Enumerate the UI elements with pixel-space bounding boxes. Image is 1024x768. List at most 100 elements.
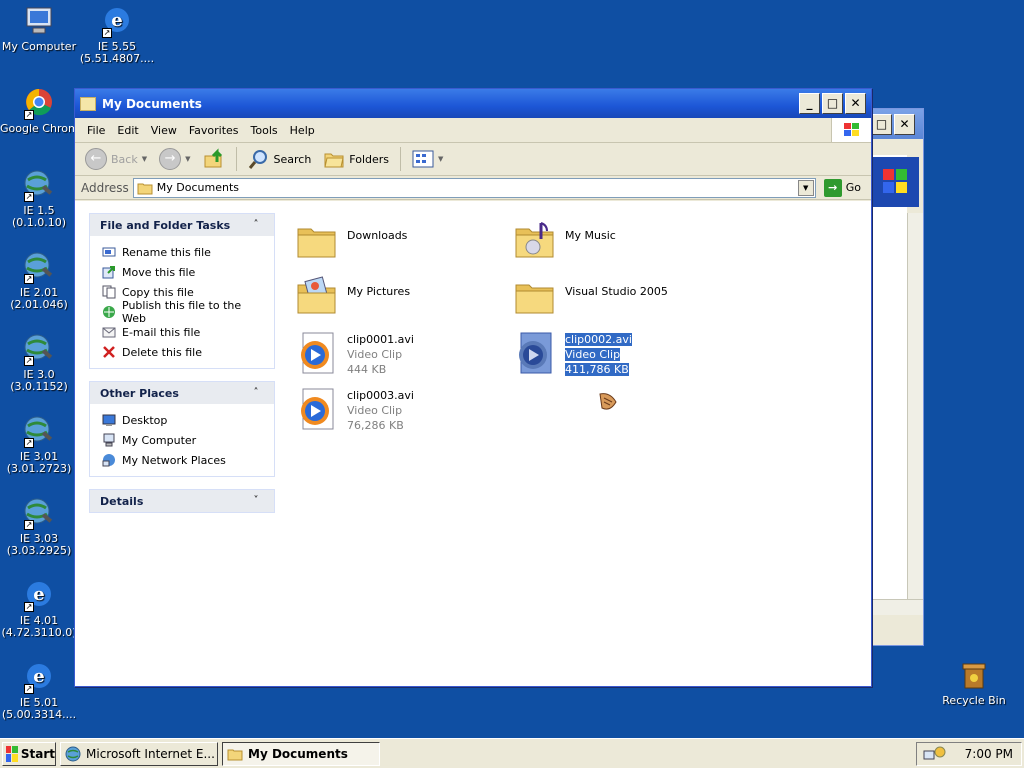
chrome-icon: ↗ xyxy=(22,86,56,120)
expand-chevron-icon[interactable]: ˅ xyxy=(248,493,264,509)
system-tray: 7:00 PM xyxy=(916,741,1022,766)
desktop-icon-chrome[interactable]: ↗ Google Chrome xyxy=(0,86,78,135)
back-label: Back xyxy=(111,152,138,166)
background-window-titlebar[interactable]: □ ✕ xyxy=(867,109,923,139)
desktop-icon-ie-15[interactable]: ↗ IE 1.5 (0.1.0.10) xyxy=(0,168,78,229)
task-pane: File and Folder Tasks ˄ Rename this file… xyxy=(89,213,275,525)
move-file-link[interactable]: Move this file xyxy=(102,262,264,282)
details-header[interactable]: Details ˅ xyxy=(90,490,274,512)
shortcut-arrow-icon: ↗ xyxy=(102,28,112,38)
other-places-panel: Other Places ˄ Desktop My Computer My Ne… xyxy=(89,381,275,477)
folders-label: Folders xyxy=(349,152,390,166)
file-info: clip0003.avi Video Clip 76,286 KB xyxy=(347,387,414,432)
chevron-down-icon: ▼ xyxy=(438,155,444,163)
background-window[interactable]: □ ✕ xyxy=(866,108,924,646)
panel-title: Other Places xyxy=(100,386,179,400)
collapse-chevron-icon[interactable]: ˄ xyxy=(248,385,264,401)
link-label: Publish this file to the Web xyxy=(122,299,242,325)
address-value: My Documents xyxy=(156,181,240,194)
windows-logo-icon xyxy=(831,118,871,142)
my-computer-link[interactable]: My Computer xyxy=(102,430,264,450)
desktop-icon-ie-30[interactable]: ↗ IE 3.0 (3.0.1152) xyxy=(0,332,78,393)
close-button[interactable]: ✕ xyxy=(845,93,866,114)
folders-icon xyxy=(324,153,344,168)
taskbar-button-internet-explorer[interactable]: Microsoft Internet E... xyxy=(60,741,218,766)
folders-button[interactable]: Folders xyxy=(319,147,393,171)
menu-edit[interactable]: Edit xyxy=(111,122,144,139)
toolbar-separator xyxy=(235,147,237,171)
start-button[interactable]: Start xyxy=(2,741,56,766)
bg-close-button[interactable]: ✕ xyxy=(894,113,915,135)
background-window-vscroll[interactable] xyxy=(907,213,923,615)
my-documents-window[interactable]: My Documents _ □ ✕ File Edit View Favori… xyxy=(74,88,872,687)
file-name: Visual Studio 2005 xyxy=(565,285,668,298)
file-item-my-music[interactable]: My Music xyxy=(513,219,723,269)
network-icon xyxy=(102,454,115,467)
copy-icon xyxy=(102,285,116,299)
file-item-clip0003[interactable]: clip0003.avi Video Clip 76,286 KB xyxy=(295,387,505,437)
address-dropdown-button[interactable]: ▼ xyxy=(797,179,814,196)
collapse-chevron-icon[interactable]: ˄ xyxy=(248,217,264,233)
desktop-icon-ie-501[interactable]: e ↗ IE 5.01 (5.00.3314.... xyxy=(0,660,78,721)
clock[interactable]: 7:00 PM xyxy=(965,747,1013,761)
other-places-header[interactable]: Other Places ˄ xyxy=(90,382,274,404)
menu-help[interactable]: Help xyxy=(284,122,321,139)
background-window-hscroll[interactable] xyxy=(873,599,923,615)
menu-file[interactable]: File xyxy=(81,122,111,139)
file-folder-tasks-panel: File and Folder Tasks ˄ Rename this file… xyxy=(89,213,275,369)
menu-tools[interactable]: Tools xyxy=(245,122,284,139)
up-folder-button[interactable] xyxy=(199,146,229,172)
svg-text:e: e xyxy=(33,584,44,605)
file-folder-tasks-header[interactable]: File and Folder Tasks ˄ xyxy=(90,214,274,236)
shortcut-arrow-icon: ↗ xyxy=(24,356,34,366)
back-button[interactable]: ← Back ▼ xyxy=(81,146,151,172)
my-computer-icon xyxy=(22,4,56,38)
publish-icon xyxy=(103,306,115,318)
search-label: Search xyxy=(273,152,312,166)
menu-view[interactable]: View xyxy=(145,122,183,139)
window-titlebar[interactable]: My Documents _ □ ✕ xyxy=(75,89,871,118)
my-network-places-link[interactable]: My Network Places xyxy=(102,450,264,470)
rename-file-link[interactable]: Rename this file xyxy=(102,242,264,262)
file-item-clip0002[interactable]: clip0002.avi Video Clip 411,786 KB xyxy=(513,331,723,381)
maximize-button[interactable]: □ xyxy=(822,93,843,114)
network-tray-icon[interactable] xyxy=(923,745,947,763)
folder-icon xyxy=(297,228,336,258)
menu-favorites[interactable]: Favorites xyxy=(183,122,245,139)
desktop-icon xyxy=(102,414,116,426)
desktop-icon-ie-401[interactable]: e ↗ IE 4.01 (4.72.3110.0) xyxy=(0,578,78,639)
address-input[interactable]: My Documents ▼ xyxy=(132,177,816,198)
file-item-my-pictures[interactable]: My Pictures xyxy=(295,275,505,325)
views-icon xyxy=(412,150,434,168)
task-label: Microsoft Internet E... xyxy=(86,746,215,761)
desktop-icon-ie-301[interactable]: ↗ IE 3.01 (3.01.2723) xyxy=(0,414,78,475)
link-label: My Network Places xyxy=(122,453,226,467)
desktop-icon-ie-555[interactable]: e ↗ IE 5.55 (5.51.4807.... xyxy=(78,4,156,65)
views-button[interactable]: ▼ xyxy=(408,147,447,171)
delete-file-link[interactable]: Delete this file xyxy=(102,342,264,362)
desktop-icon-my-computer[interactable]: My Computer xyxy=(0,4,78,53)
go-label: Go xyxy=(845,181,861,194)
recycle-bin-icon xyxy=(957,658,991,692)
file-item-visual-studio-2005[interactable]: Visual Studio 2005 xyxy=(513,275,723,325)
forward-button[interactable]: → ▼ xyxy=(155,146,194,172)
svg-text:e: e xyxy=(111,10,122,31)
desktop-icon-ie-201[interactable]: ↗ IE 2.01 (2.01.046) xyxy=(0,250,78,311)
search-button[interactable]: Search xyxy=(244,146,316,172)
minimize-button[interactable]: _ xyxy=(799,93,820,114)
file-item-clip0001[interactable]: clip0001.avi Video Clip 444 KB xyxy=(295,331,505,381)
taskbar-button-my-documents[interactable]: My Documents xyxy=(222,741,380,766)
desktop-link[interactable]: Desktop xyxy=(102,410,264,430)
email-file-link[interactable]: E-mail this file xyxy=(102,322,264,342)
go-button[interactable]: → Go xyxy=(820,178,865,197)
folder-icon xyxy=(227,749,243,760)
link-label: Copy this file xyxy=(122,285,194,299)
music-folder-icon xyxy=(515,222,554,258)
desktop-icon-ie-303[interactable]: ↗ IE 3.03 (3.03.2925) xyxy=(0,496,78,557)
desktop-icon-recycle-bin[interactable]: Recycle Bin xyxy=(934,658,1014,707)
bg-maximize-button[interactable]: □ xyxy=(871,113,892,135)
chevron-down-icon: ▼ xyxy=(141,155,148,163)
file-item-downloads[interactable]: Downloads xyxy=(295,219,505,269)
publish-file-link[interactable]: Publish this file to the Web xyxy=(102,299,264,325)
taskbar: Start Microsoft Internet E... My Documen… xyxy=(0,738,1024,768)
